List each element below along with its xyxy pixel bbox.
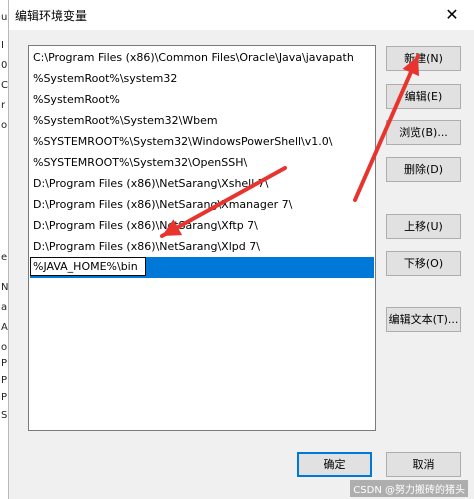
title-bar[interactable]: 编辑环境变量 ✕ <box>9 0 474 30</box>
path-list-item[interactable]: D:\Program Files (x86)\NetSarang\Xshell … <box>30 173 374 194</box>
path-list-item[interactable]: %SystemRoot%\System32\Wbem <box>30 110 374 131</box>
close-icon[interactable]: ✕ <box>429 0 474 30</box>
background-text: u <box>1 12 8 23</box>
background-text: P <box>1 358 8 369</box>
browse-button[interactable]: 浏览(B)... <box>386 120 461 145</box>
dialog-title: 编辑环境变量 <box>15 9 88 23</box>
path-list-item-selected[interactable] <box>30 257 374 278</box>
path-list-item[interactable]: %SYSTEMROOT%\System32\WindowsPowerShell\… <box>30 131 374 152</box>
background-text: o <box>1 120 8 131</box>
background-text: P <box>1 375 8 386</box>
background-text: S <box>1 410 8 421</box>
background-text: r <box>1 100 6 111</box>
path-list-item[interactable]: %SYSTEMROOT%\System32\OpenSSH\ <box>30 152 374 173</box>
background-text: P <box>1 392 8 403</box>
path-list-item[interactable]: %SystemRoot%\system32 <box>30 68 374 89</box>
edit-button[interactable]: 编辑(E) <box>386 84 461 109</box>
path-list-item[interactable]: C:\Program Files (x86)\Common Files\Orac… <box>30 47 374 68</box>
background-text: C <box>1 80 8 91</box>
path-list-item[interactable]: D:\Program Files (x86)\NetSarang\Xftp 7\ <box>30 215 374 236</box>
background-text: o <box>1 342 8 353</box>
new-button[interactable]: 新建(N) <box>386 46 461 71</box>
background-text: e <box>1 252 8 263</box>
watermark: CSDN @努力搬砖的猪头 <box>350 480 468 497</box>
cancel-button[interactable]: 取消 <box>386 452 461 477</box>
path-list[interactable]: C:\Program Files (x86)\Common Files\Orac… <box>28 45 376 431</box>
background-text: I <box>1 40 4 51</box>
background-text: a <box>1 302 8 313</box>
ok-button[interactable]: 确定 <box>297 452 372 477</box>
move-up-button[interactable]: 上移(U) <box>386 214 461 239</box>
delete-button[interactable]: 删除(D) <box>386 157 461 182</box>
edit-environment-variable-dialog: 编辑环境变量 ✕ C:\Program Files (x86)\Common F… <box>8 0 474 499</box>
background-text: 0 <box>1 60 8 71</box>
path-edit-input[interactable] <box>30 257 146 276</box>
edit-text-button[interactable]: 编辑文本(T)... <box>386 307 461 332</box>
path-list-item[interactable]: D:\Program Files (x86)\NetSarang\Xmanage… <box>30 194 374 215</box>
path-list-item[interactable]: D:\Program Files (x86)\NetSarang\Xlpd 7\ <box>30 236 374 257</box>
move-down-button[interactable]: 下移(O) <box>386 251 461 276</box>
background-text: A <box>1 322 8 333</box>
path-list-item[interactable]: %SystemRoot% <box>30 89 374 110</box>
